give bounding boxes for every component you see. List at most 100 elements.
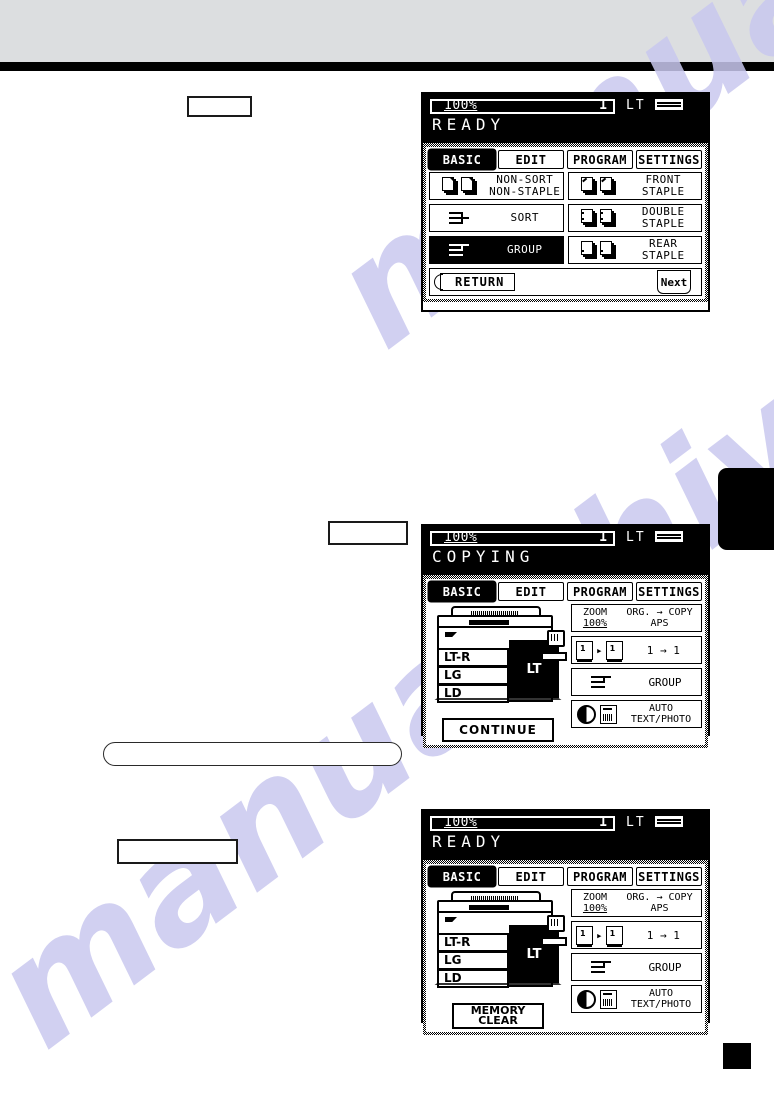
drawer-lt-selected[interactable]: LT — [509, 925, 559, 983]
tab-program[interactable]: PROGRAM — [567, 582, 633, 601]
paper-size-label: LT — [626, 815, 646, 830]
zoom-value: 100% — [582, 618, 608, 629]
tab-program[interactable]: PROGRAM — [567, 150, 633, 169]
duplex-value: 1 → 1 — [646, 928, 680, 942]
drawer-lg[interactable]: LG — [437, 666, 509, 685]
page-corner-marker — [723, 1043, 751, 1069]
button-duplex-mode[interactable]: 1 ▸ 1 1 → 1 — [571, 636, 702, 664]
button-non-sort-non-staple[interactable]: NON-SORT NON-STAPLE — [429, 172, 564, 200]
page-header-rule — [0, 62, 774, 71]
paper-size-indicator: LT — [626, 530, 684, 545]
bypass-feed-icon — [547, 630, 565, 647]
bypass-tray-icon — [541, 652, 567, 661]
button-front-staple[interactable]: FRONT STAPLE — [567, 172, 702, 200]
button-label: FRONT STAPLE — [641, 173, 685, 198]
exposure-line2: TEXT/PHOTO — [630, 714, 692, 725]
zoom-label: ZOOM — [582, 892, 608, 903]
tab-bar: BASIC EDIT PROGRAM SETTINGS — [429, 150, 702, 169]
drawer-lt-selected[interactable]: LT — [509, 640, 559, 698]
drawer-lt-r[interactable]: LT-R — [437, 648, 509, 667]
status-text: READY — [432, 115, 506, 134]
basic-screen-columns: LT-R LG LD LT CONTINUE ZOOM 100% ORG. → … — [429, 604, 702, 742]
basic-screen-columns: LT-R LG LD LT MEMORY CLEAR ZOOM 100% ORG… — [429, 889, 702, 1029]
copy-count-value: 1 — [599, 98, 607, 113]
zoom-value: 100% — [582, 903, 608, 914]
memory-clear-button[interactable]: MEMORY CLEAR — [452, 1003, 544, 1029]
arrow-right-icon: ▸ — [596, 928, 603, 942]
button-label: SORT — [510, 211, 539, 225]
next-button[interactable]: Next — [657, 270, 691, 294]
ratio-count-bar: 100% 1 — [430, 530, 615, 546]
tab-edit[interactable]: EDIT — [498, 867, 564, 886]
zoom-label: ZOOM — [582, 607, 608, 618]
button-exposure-mode[interactable]: AUTO TEXT/PHOTO — [571, 985, 702, 1013]
button-zoom-ratio[interactable]: ZOOM 100% ORG. → COPY APS — [571, 889, 702, 917]
tab-program[interactable]: PROGRAM — [567, 867, 633, 886]
machine-illustration-column: LT-R LG LD LT CONTINUE — [429, 604, 567, 742]
button-sort[interactable]: SORT — [429, 204, 564, 232]
button-finisher-mode[interactable]: GROUP — [571, 953, 702, 981]
caption-box-step-1 — [187, 96, 252, 117]
tab-settings[interactable]: SETTINGS — [636, 867, 702, 886]
tab-settings[interactable]: SETTINGS — [636, 582, 702, 601]
finisher-mode-label: GROUP — [648, 960, 682, 974]
tab-settings[interactable]: SETTINGS — [636, 150, 702, 169]
drawer-lg[interactable]: LG — [437, 951, 509, 970]
paper-size-indicator: LT — [626, 815, 684, 830]
button-label: DOUBLE STAPLE — [641, 205, 685, 230]
tab-edit[interactable]: EDIT — [498, 150, 564, 169]
tab-basic[interactable]: BASIC — [429, 582, 495, 601]
return-button[interactable]: RETURN — [433, 273, 516, 291]
finisher-mode-label: GROUP — [648, 675, 682, 689]
button-finisher-mode[interactable]: GROUP — [571, 668, 702, 696]
arrow-right-icon: ▸ — [596, 643, 603, 657]
button-rear-staple[interactable]: REAR STAPLE — [567, 236, 702, 264]
caption-box-step-2 — [328, 521, 408, 545]
tab-basic[interactable]: BASIC — [429, 867, 495, 886]
group-icon — [572, 674, 629, 690]
sort-icon — [430, 210, 487, 226]
exposure-line1: AUTO — [648, 703, 674, 714]
settings-column: ZOOM 100% ORG. → COPY APS 1 ▸ 1 1 → 1 GR… — [571, 604, 702, 742]
button-duplex-mode[interactable]: 1 ▸ 1 1 → 1 — [571, 921, 702, 949]
sort-options-column: NON-SORT NON-STAPLE SORT GROUP — [429, 172, 564, 264]
button-double-staple[interactable]: DOUBLE STAPLE — [567, 204, 702, 232]
button-group[interactable]: GROUP — [429, 236, 564, 264]
page-stack-icon: 1 — [605, 925, 623, 947]
page-side-tab — [718, 468, 774, 550]
continue-button[interactable]: CONTINUE — [442, 718, 554, 742]
contrast-icon — [577, 989, 596, 1009]
tab-basic[interactable]: BASIC — [429, 150, 495, 169]
tab-bar: BASIC EDIT PROGRAM SETTINGS — [429, 582, 702, 601]
memory-clear-line2: CLEAR — [478, 1014, 518, 1027]
drawer-lt-r[interactable]: LT-R — [437, 933, 509, 952]
group-icon — [572, 959, 629, 975]
lcd-screen-memory-clear: 100% 1 LT READY BASIC EDIT PROGRAM SETTI… — [421, 809, 710, 1035]
finisher-option-columns: NON-SORT NON-STAPLE SORT GROUP FRONT STA… — [429, 172, 702, 264]
bypass-slot-icon — [445, 917, 457, 922]
button-zoom-ratio[interactable]: ZOOM 100% ORG. → COPY APS — [571, 604, 702, 632]
exposure-line2: TEXT/PHOTO — [630, 999, 692, 1010]
caption-note-box — [103, 742, 402, 766]
machine-illustration[interactable]: LT-R LG LD LT — [429, 889, 567, 997]
zoom-ratio-value: 100% — [444, 98, 478, 113]
caption-box-step-3 — [117, 839, 238, 864]
lcd-screen-copying: 100% 1 LT COPYING BASIC EDIT PROGRAM SET… — [421, 524, 710, 748]
single-page-icon: 1 — [576, 640, 593, 662]
machine-base-shadow — [429, 983, 567, 989]
tab-edit[interactable]: EDIT — [498, 582, 564, 601]
button-exposure-mode[interactable]: AUTO TEXT/PHOTO — [571, 700, 702, 728]
footer-bar: RETURN Next — [429, 268, 702, 296]
machine-base-shadow — [429, 698, 567, 704]
machine-illustration-column: LT-R LG LD LT MEMORY CLEAR — [429, 889, 567, 1029]
page-stack-icon: 1 — [605, 640, 623, 662]
button-label: REAR STAPLE — [641, 237, 685, 262]
lcd-header: 100% 1 LT READY — [423, 811, 708, 860]
paper-stack-icon — [655, 816, 684, 827]
staple-options-column: FRONT STAPLE DOUBLE STAPLE REAR STAPLE — [567, 172, 702, 264]
machine-illustration[interactable]: LT-R LG LD LT — [429, 604, 567, 712]
lcd-body: BASIC EDIT PROGRAM SETTINGS LT-R LG LD L… — [423, 860, 708, 1035]
bypass-tray-icon — [541, 937, 567, 946]
button-label: NON-SORT NON-STAPLE — [489, 173, 561, 198]
zoom-ratio-value: 100% — [444, 815, 478, 830]
